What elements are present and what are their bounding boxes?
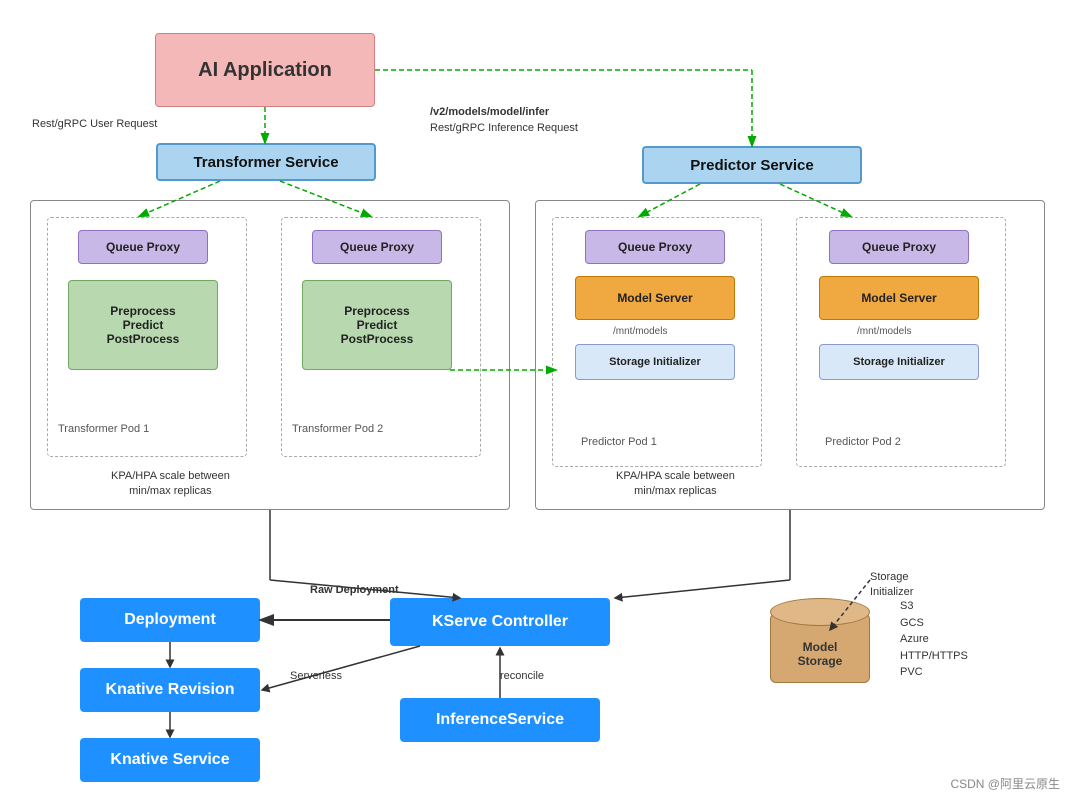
- kpa-predictor-label: KPA/HPA scale between min/max replicas: [616, 469, 735, 500]
- model-server-p2: Model Server: [819, 276, 979, 320]
- queue-proxy-p2: Queue Proxy: [829, 230, 969, 264]
- model-storage-cylinder: Model Storage: [770, 598, 870, 688]
- knative-revision-box: Knative Revision: [80, 668, 260, 712]
- transformer-pod2-box: Queue Proxy Preprocess Predict PostProce…: [281, 217, 481, 457]
- predictor-pod1-box: Queue Proxy Model Server /mnt/models Sto…: [552, 217, 762, 467]
- inference-service-box: InferenceService: [400, 698, 600, 742]
- storage-init-p1: Storage Initializer: [575, 344, 735, 380]
- transformer-outer-box: Queue Proxy Preprocess Predict PostProce…: [30, 200, 510, 510]
- knative-service-box: Knative Service: [80, 738, 260, 782]
- deployment-box: Deployment: [80, 598, 260, 642]
- predictor-service-label: Predictor Service: [690, 157, 813, 174]
- ai-application-label: AI Application: [198, 59, 332, 82]
- mnt-models-p1: /mnt/models: [613, 326, 667, 337]
- transformer-service-box: Transformer Service: [156, 143, 376, 181]
- storage-init-label: Storage Initializer: [870, 570, 913, 601]
- rest-user-request-label: Rest/gRPC User Request: [32, 118, 157, 130]
- queue-proxy-t2: Queue Proxy: [312, 230, 442, 264]
- preprocess-t1: Preprocess Predict PostProcess: [68, 280, 218, 370]
- diagram: AI Application Transformer Service Predi…: [0, 0, 1080, 810]
- kserve-controller-box: KServe Controller: [390, 598, 610, 646]
- reconcile-label: reconcile: [500, 670, 544, 682]
- raw-deployment-label: Raw Deployment: [310, 584, 399, 596]
- mnt-models-p2: /mnt/models: [857, 326, 911, 337]
- predictor-pod1-label: Predictor Pod 1: [581, 436, 657, 448]
- predictor-service-box: Predictor Service: [642, 146, 862, 184]
- predictor-outer-box: Queue Proxy Model Server /mnt/models Sto…: [535, 200, 1045, 510]
- predictor-pod2-label: Predictor Pod 2: [825, 436, 901, 448]
- ai-application-box: AI Application: [155, 33, 375, 107]
- watermark: CSDN @阿里云原生: [950, 775, 1060, 792]
- predictor-pod2-box: Queue Proxy Model Server /mnt/models Sto…: [796, 217, 1006, 467]
- transformer-pod1-box: Queue Proxy Preprocess Predict PostProce…: [47, 217, 247, 457]
- model-storage-label: Model Storage: [770, 640, 870, 668]
- kpa-transformer-label: KPA/HPA scale between min/max replicas: [111, 469, 230, 500]
- serverless-label: Serverless: [290, 670, 342, 682]
- cylinder-top: [770, 598, 870, 626]
- s3-list-label: S3 GCS Azure HTTP/HTTPS PVC: [900, 598, 968, 681]
- preprocess-t2: Preprocess Predict PostProcess: [302, 280, 452, 370]
- transformer-pod2-label: Transformer Pod 2: [292, 423, 383, 435]
- transformer-service-label: Transformer Service: [193, 154, 338, 171]
- rest-inference-label: Rest/gRPC Inference Request: [430, 122, 578, 134]
- storage-init-p2: Storage Initializer: [819, 344, 979, 380]
- queue-proxy-p1: Queue Proxy: [585, 230, 725, 264]
- model-server-p1: Model Server: [575, 276, 735, 320]
- v2-models-label: /v2/models/model/infer: [430, 106, 549, 118]
- transformer-pod1-label: Transformer Pod 1: [58, 423, 149, 435]
- queue-proxy-t1: Queue Proxy: [78, 230, 208, 264]
